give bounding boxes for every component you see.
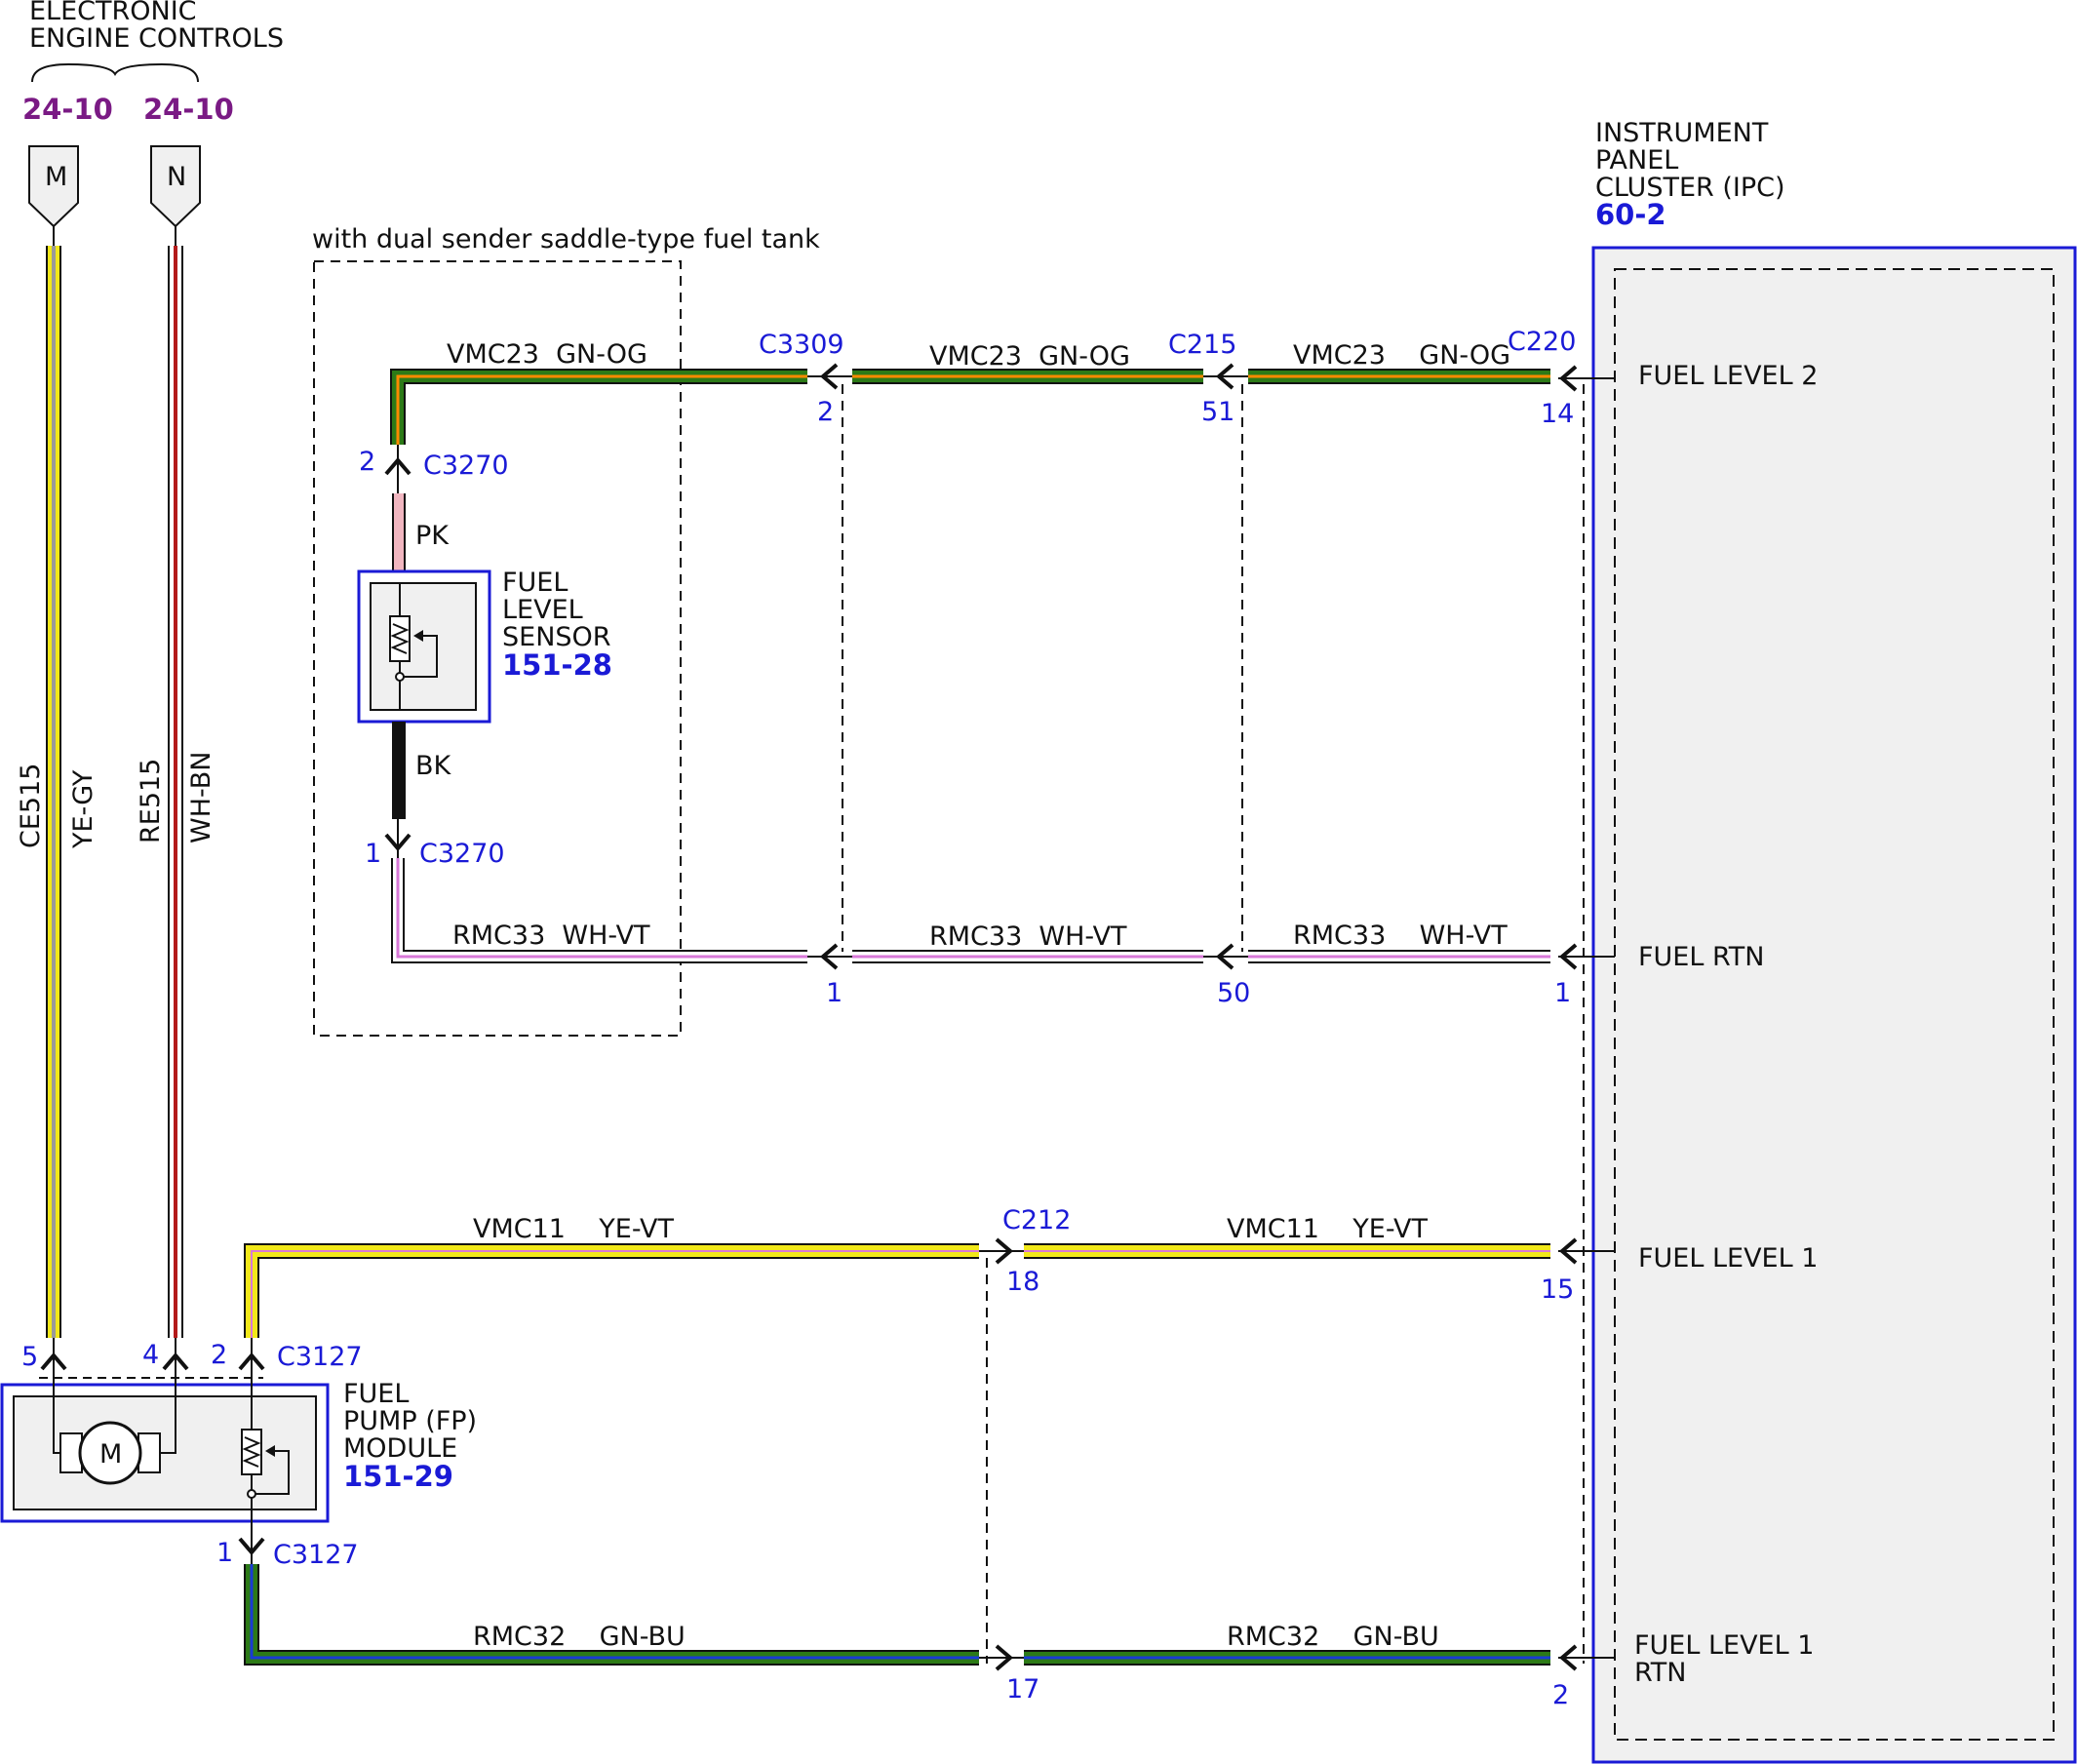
- eec-tab-m-label: M: [45, 162, 67, 192]
- pump-ref[interactable]: 151-29: [343, 1460, 453, 1493]
- ipc-ref[interactable]: 60-2: [1595, 198, 1666, 231]
- wire-ce515-color: YE-GY: [68, 769, 98, 849]
- pin-c220-2: 2: [1552, 1680, 1569, 1710]
- wire-vmc11[interactable]: [244, 1243, 1550, 1338]
- connector-c3270-bot-label: C3270: [419, 839, 505, 869]
- tank-option-label: with dual sender saddle-type fuel tank: [312, 224, 820, 255]
- sensor-ref[interactable]: 151-28: [502, 648, 612, 682]
- eec-tab-n-label: N: [167, 162, 186, 192]
- wire-bk[interactable]: [392, 722, 406, 819]
- wire-vmc11-label-a: VMC11 YE-VT: [473, 1214, 674, 1244]
- wire-pk-label: PK: [415, 521, 450, 551]
- connector-c3309-pin-1[interactable]: [807, 943, 852, 970]
- pump-line1: FUEL: [343, 1379, 409, 1409]
- ipc-module[interactable]: [1591, 246, 2077, 1764]
- connector-c220-label: C220: [1508, 327, 1576, 357]
- connector-c3270-top-label: C3270: [423, 451, 509, 481]
- eec-ref-n[interactable]: 24-10: [143, 93, 234, 126]
- pin-fp-1: 1: [216, 1538, 233, 1568]
- connector-c3270-pin-2[interactable]: [384, 445, 411, 493]
- connector-c3127-bot[interactable]: [238, 1521, 265, 1564]
- pin-c220-15: 15: [1541, 1274, 1574, 1305]
- wire-bk-label: BK: [415, 751, 452, 781]
- wire-vmc11-label-b: VMC11 YE-VT: [1227, 1214, 1428, 1244]
- eec-ref-m[interactable]: 24-10: [22, 93, 113, 126]
- wire-vmc23[interactable]: [390, 369, 1550, 445]
- eec-title-line2: ENGINE CONTROLS: [29, 23, 284, 54]
- pin-c212-17: 17: [1006, 1674, 1039, 1705]
- ipc-line1: INSTRUMENT: [1595, 118, 1769, 148]
- wire-re515-color: WH-BN: [186, 752, 216, 844]
- pin-c220-14: 14: [1541, 399, 1574, 429]
- connector-c3309-label: C3309: [759, 330, 844, 360]
- sensor-line1: FUEL: [502, 568, 568, 598]
- connector-c3309-pin-2[interactable]: [807, 363, 852, 390]
- wire-vmc23-label-a: VMC23 GN-OG: [447, 339, 647, 370]
- ipc-line2: PANEL: [1595, 145, 1678, 176]
- pin-c3270-2: 2: [359, 447, 375, 477]
- ipc-fuel-level-1-rtn-l1: FUEL LEVEL 1: [1634, 1630, 1814, 1661]
- sensor-line2: LEVEL: [502, 595, 583, 625]
- pin-fp-5: 5: [21, 1342, 38, 1372]
- connector-c3270-pin-1[interactable]: [384, 819, 411, 858]
- wire-rmc32-label-a: RMC32 GN-BU: [473, 1622, 686, 1652]
- wire-rmc32-label-b: RMC32 GN-BU: [1227, 1622, 1439, 1652]
- wire-vmc23-label-b: VMC23 GN-OG: [929, 341, 1130, 372]
- wire-ce515[interactable]: [46, 246, 61, 1338]
- pin-fp-4: 4: [142, 1340, 159, 1370]
- pin-c212-18: 18: [1006, 1267, 1039, 1297]
- pin-fp-2: 2: [211, 1340, 227, 1370]
- connector-c212-pin-18[interactable]: [979, 1237, 1024, 1265]
- pin-c3309-2: 2: [817, 397, 834, 427]
- wire-re515-label: RE515: [136, 759, 166, 843]
- pin-c220-1: 1: [1554, 978, 1571, 1008]
- pin-c3309-1: 1: [826, 978, 843, 1008]
- pin-c215-51: 51: [1201, 397, 1234, 427]
- wire-vmc23-label-c: VMC23 GN-OG: [1293, 340, 1510, 371]
- connector-c212-pin-17[interactable]: [979, 1644, 1024, 1671]
- wire-rmc33-label-b: RMC33 WH-VT: [929, 921, 1127, 952]
- connector-c3127-top-label: C3127: [277, 1342, 363, 1372]
- connector-c3127-bot-label: C3127: [273, 1540, 359, 1570]
- fuel-pump-motor-label: M: [99, 1439, 122, 1470]
- wire-rmc33-label-a: RMC33 WH-VT: [452, 921, 650, 951]
- pin-c215-50: 50: [1217, 978, 1250, 1008]
- ipc-fuel-rtn: FUEL RTN: [1638, 942, 1764, 972]
- wire-pk[interactable]: [392, 493, 406, 571]
- wiring-diagram: ELECTRONIC ENGINE CONTROLS 24-10 24-10 M…: [0, 0, 2077, 1764]
- eec-brace: [31, 62, 199, 83]
- ipc-fuel-level-1-rtn-l2: RTN: [1634, 1658, 1687, 1688]
- eec-title-line1: ELECTRONIC: [29, 0, 197, 26]
- connector-c212-label: C212: [1002, 1205, 1071, 1235]
- ipc-fuel-level-1: FUEL LEVEL 1: [1638, 1243, 1818, 1274]
- wire-re515[interactable]: [168, 246, 183, 1338]
- ipc-fuel-level-2: FUEL LEVEL 2: [1638, 361, 1818, 391]
- wire-ce515-label: CE515: [16, 764, 46, 848]
- pin-c3270-1: 1: [365, 839, 381, 869]
- fuel-level-sensor-inner: [370, 582, 477, 711]
- wire-rmc33-label-c: RMC33 WH-VT: [1293, 921, 1508, 951]
- connector-c215-label: C215: [1168, 330, 1236, 360]
- pump-line2: PUMP (FP): [343, 1406, 477, 1436]
